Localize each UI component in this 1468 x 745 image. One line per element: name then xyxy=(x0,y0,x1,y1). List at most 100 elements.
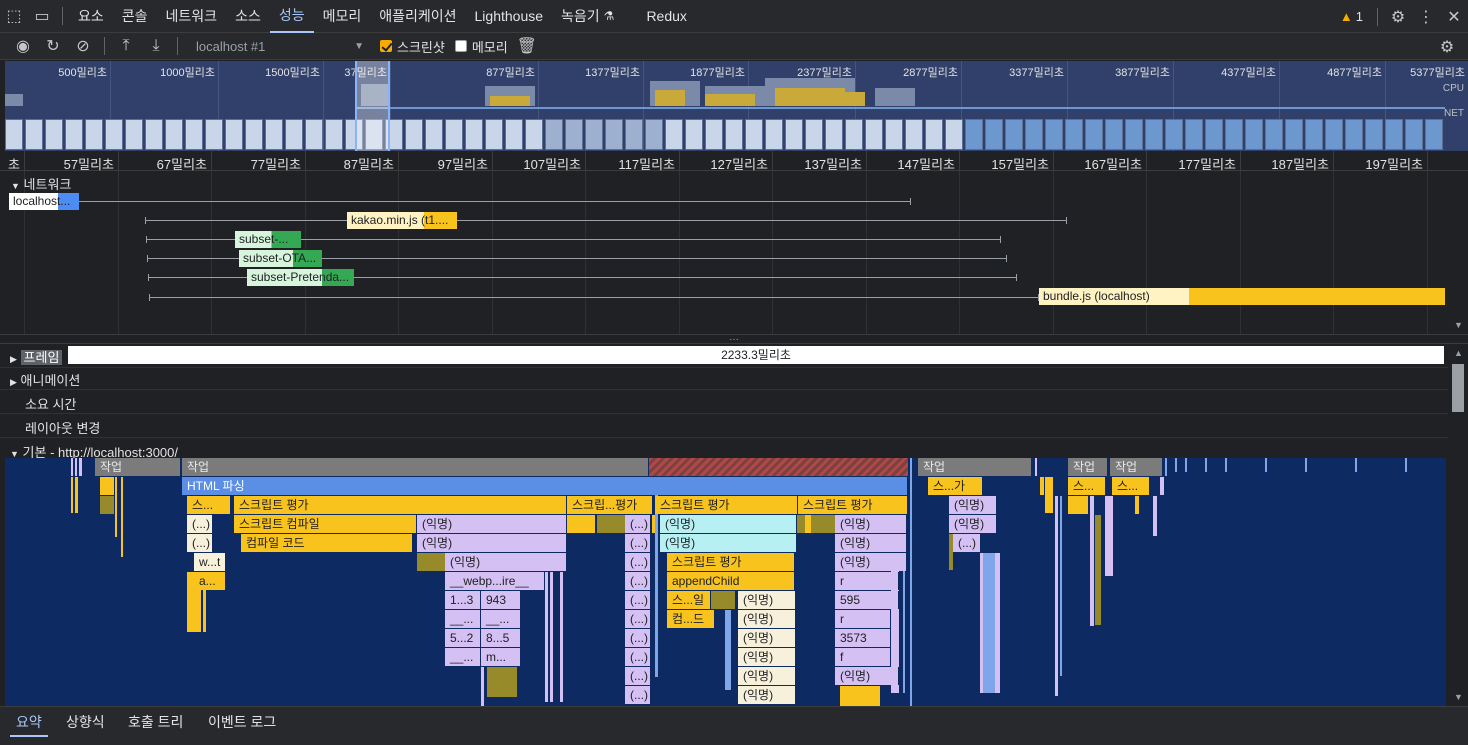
save-profile-button[interactable]: ⤓ xyxy=(141,33,171,60)
device-toolbar-icon[interactable]: ▭ xyxy=(28,0,56,33)
task-block[interactable]: 작업 xyxy=(182,458,649,476)
script-eval-block[interactable]: 스크립트 평가 xyxy=(798,496,908,514)
request-bar-localhost[interactable]: localhost... xyxy=(9,193,79,210)
animations-track-header[interactable]: ▶ 애니메이션 xyxy=(10,370,80,389)
tab-call-tree[interactable]: 호출 트리 xyxy=(128,707,183,737)
network-section-header[interactable]: ▼ 네트워크 xyxy=(11,174,71,193)
anonymous-fn-block[interactable]: (익명) xyxy=(660,515,797,533)
fn-block[interactable]: 8...5 xyxy=(481,629,521,647)
anonymous-fn-block[interactable]: (익명) xyxy=(738,591,796,609)
script-eval-block[interactable]: 스크립트 평가 xyxy=(655,496,798,514)
fn-block[interactable]: (...) xyxy=(953,534,981,552)
request-bar-kakao[interactable]: kakao.min.js (t1.... xyxy=(347,212,457,229)
clear-button[interactable]: ⊘ xyxy=(68,33,98,60)
script-eval-block[interactable]: 스크립트 평가 xyxy=(234,496,567,514)
task-block[interactable]: 작업 xyxy=(918,458,1032,476)
screenshots-checkbox[interactable]: 스크린샷 xyxy=(380,37,445,56)
append-child-block[interactable]: appendChild xyxy=(667,572,795,590)
anonymous-fn-block[interactable]: (익명) xyxy=(835,553,907,571)
fn-block[interactable]: (...) xyxy=(625,686,651,704)
fn-block[interactable]: (...) xyxy=(625,629,651,647)
tab-bottom-up[interactable]: 상향식 xyxy=(66,707,105,737)
load-profile-button[interactable]: ⤒ xyxy=(111,33,141,60)
tab-summary[interactable]: 요약 xyxy=(10,707,48,737)
track-splitter[interactable]: … xyxy=(0,333,1468,344)
frames-track[interactable]: ▶ 프레임 2233.3밀리초 xyxy=(0,344,1448,368)
settings-gear-icon[interactable]: ⚙ xyxy=(1384,0,1412,33)
fn-block[interactable]: __... xyxy=(445,648,481,666)
request-bar-subset-ota[interactable]: subset-OTA... xyxy=(239,250,322,267)
script-eval-block[interactable]: 스크립...평가 xyxy=(567,496,653,514)
fn-block[interactable]: 943 xyxy=(481,591,521,609)
fn-block[interactable]: (...) xyxy=(625,572,651,590)
task-block[interactable]: 작업 xyxy=(95,458,181,476)
fn-block[interactable]: w...t xyxy=(194,553,226,571)
anonymous-fn-block[interactable]: (익명) xyxy=(738,610,796,628)
fn-block[interactable]: m... xyxy=(481,648,521,666)
fn-block[interactable]: a... xyxy=(194,572,226,590)
tab-recorder[interactable]: 녹음기 ⚗ xyxy=(552,0,623,33)
anonymous-fn-block[interactable]: (익명) xyxy=(835,515,907,533)
task-block[interactable]: 작업 xyxy=(1110,458,1163,476)
tab-network[interactable]: 네트워크 xyxy=(157,0,227,33)
layout-shifts-track[interactable]: 레이아웃 변경 xyxy=(0,414,1448,438)
anonymous-fn-block[interactable]: (익명) xyxy=(660,534,797,552)
fn-block[interactable]: r xyxy=(835,610,891,628)
tab-sources[interactable]: 소스 xyxy=(226,0,270,33)
tab-memory[interactable]: 메모리 xyxy=(314,0,371,33)
script-eval-block[interactable]: 스...일 xyxy=(667,591,711,609)
fn-block[interactable]: (...) xyxy=(625,667,651,685)
script-compile-block[interactable]: 스크립트 컴파일 xyxy=(234,515,417,533)
request-bar-bundle[interactable]: bundle.js (localhost) xyxy=(1039,288,1445,305)
script-eval-block[interactable]: 스... xyxy=(1112,477,1150,495)
close-icon[interactable]: ✕ xyxy=(1440,0,1468,33)
script-eval-block[interactable]: 스... xyxy=(187,496,231,514)
flame-chart[interactable]: 작업 작업 작업 작업 작업 HTML 파싱 스...가 스... 스... 스… xyxy=(5,458,1446,706)
target-select[interactable]: localhost #1 ▼ xyxy=(190,36,370,56)
request-bar-subset-pretendard[interactable]: subset-Pretenda... xyxy=(247,269,354,286)
tab-console[interactable]: 콘솔 xyxy=(113,0,157,33)
anonymous-fn-block[interactable]: (익명) xyxy=(738,629,796,647)
request-bar-subset-1[interactable]: subset-... xyxy=(235,231,301,248)
anonymous-fn-block[interactable]: (익명) xyxy=(835,534,907,552)
fn-block[interactable]: __... xyxy=(481,610,521,628)
tab-event-log[interactable]: 이벤트 로그 xyxy=(208,707,276,737)
fn-block[interactable]: (...) xyxy=(625,591,651,609)
fn-block[interactable]: (...) xyxy=(625,553,651,571)
inspect-element-icon[interactable]: ⬚ xyxy=(0,0,28,33)
tab-application[interactable]: 애플리케이션 xyxy=(370,0,465,33)
reload-record-button[interactable]: ↻ xyxy=(38,33,68,60)
html-parse-block[interactable]: HTML 파싱 xyxy=(182,477,908,495)
garbage-collect-button[interactable]: 🗑 xyxy=(512,33,542,60)
fn-block[interactable]: 595 xyxy=(835,591,899,609)
fn-block[interactable]: 3573 xyxy=(835,629,891,647)
fn-block[interactable]: (...) xyxy=(625,610,651,628)
timings-track[interactable]: 소요 시간 xyxy=(0,390,1448,414)
tab-elements[interactable]: 요소 xyxy=(69,0,113,33)
capture-settings-button[interactable]: ⚙ xyxy=(1432,33,1462,60)
script-eval-block[interactable]: 스... xyxy=(1068,477,1106,495)
tab-lighthouse[interactable]: Lighthouse xyxy=(466,0,553,33)
anonymous-fn-block[interactable]: (익명) xyxy=(835,667,899,685)
anonymous-fn-block[interactable]: (익명) xyxy=(738,686,796,704)
fn-block[interactable]: (...) xyxy=(625,648,651,666)
frame-bar[interactable]: 2233.3밀리초 xyxy=(68,346,1444,364)
fn-block[interactable]: f xyxy=(835,648,891,666)
network-scrollbar[interactable]: ▼ xyxy=(1448,171,1468,334)
webpack-require-block[interactable]: __webp...ire__ xyxy=(445,572,545,590)
frames-track-header[interactable]: ▶ 프레임 xyxy=(10,347,63,366)
tab-redux[interactable]: Redux xyxy=(637,0,695,33)
fn-block[interactable]: (...) xyxy=(187,534,213,552)
compile-code-block[interactable]: 컴파일 코드 xyxy=(241,534,413,552)
anonymous-fn-block[interactable]: (익명) xyxy=(949,515,997,533)
script-eval-block[interactable]: 스...가 xyxy=(928,477,983,495)
fn-block[interactable]: r xyxy=(835,572,899,590)
anonymous-fn-block[interactable]: (익명) xyxy=(738,667,796,685)
fn-block[interactable]: __... xyxy=(445,610,481,628)
fn-block[interactable]: 1...3 xyxy=(445,591,481,609)
task-block[interactable]: 작업 xyxy=(1068,458,1108,476)
record-button[interactable]: ◉ xyxy=(8,33,38,60)
fn-block[interactable]: (...) xyxy=(625,515,651,533)
tab-performance[interactable]: 성능 xyxy=(269,0,314,33)
timeline-overview[interactable]: CPU NET 500밀리초 1000밀리초 1500밀리초 37밀리초 877밀리초 1… xyxy=(5,61,1468,151)
